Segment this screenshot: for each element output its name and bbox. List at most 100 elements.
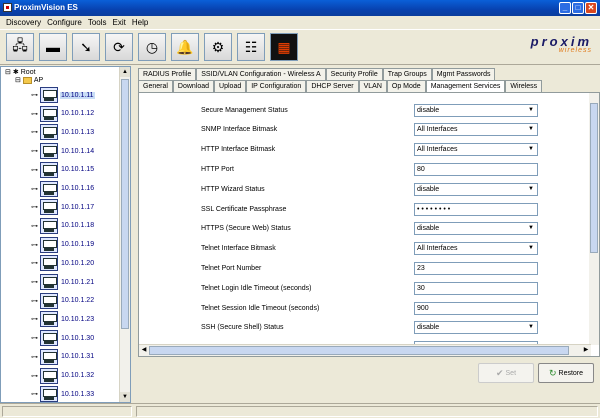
refresh-icon[interactable]: ⟳ [105,33,133,61]
snmp-interface-bitmask-select[interactable]: All Interfaces ▼ [414,123,538,137]
tab-op-mode[interactable]: Op Mode [386,80,426,92]
clock-icon[interactable]: ◷ [138,33,166,61]
scroll-thumb[interactable] [149,346,569,355]
tab-management-services[interactable]: Management Services [425,80,506,92]
tab-ssid-vlan[interactable]: SSID/VLAN Configuration - Wireless A [196,68,326,80]
tree-node[interactable]: ⊶ 10.10.1.33 [31,385,95,402]
tree-root[interactable]: ⊟ ✱ Root [5,68,36,77]
form-scrollbar[interactable] [589,93,599,345]
node-key-icon[interactable]: ⊶ [31,241,38,249]
minimize-button[interactable]: _ [559,2,571,14]
dropdown-arrow-icon[interactable]: ▼ [526,244,536,253]
tree-node[interactable]: ⊶ 10.10.1.20 [31,254,95,272]
tree-node[interactable]: ⊶ 10.10.1.19 [31,236,95,254]
menu-exit[interactable]: Exit [110,16,129,29]
report-icon[interactable]: ☷ [237,33,265,61]
scroll-left-icon[interactable]: ◀ [139,345,149,356]
tree-node[interactable]: ⊶ 10.10.1.32 [31,367,95,385]
ssl-certificate-passphrase-field[interactable]: • • • • • • • • [414,202,538,216]
tree-node[interactable]: ⊶ 10.10.1.13 [31,123,95,141]
set-button[interactable]: ✔ Set [478,363,534,383]
scroll-down-icon[interactable]: ▼ [120,392,130,402]
dropdown-arrow-icon[interactable]: ▼ [526,224,536,233]
network-icon[interactable]: ▬ [39,33,67,61]
dropdown-arrow-icon[interactable]: ▼ [526,145,536,154]
tab-ip-configuration[interactable]: IP Configuration [246,80,307,92]
node-key-icon[interactable]: ⊶ [31,203,38,211]
tree-node[interactable]: ⊶ 10.10.1.21 [31,273,95,291]
menu-configure[interactable]: Configure [44,16,85,29]
tab-general[interactable]: General [138,80,173,92]
horizontal-scrollbar[interactable]: ◀ ▶ [139,344,591,356]
tree-node[interactable]: ⊶ 10.10.1.16 [31,180,95,198]
settings-icon[interactable]: ⚙ [204,33,232,61]
dropdown-arrow-icon[interactable]: ▼ [526,125,536,134]
node-key-icon[interactable]: ⊶ [31,185,38,193]
telnet-port-number-field[interactable]: 23 [414,261,538,275]
expand-icon[interactable]: ⊟ [15,76,21,84]
tree-node[interactable]: ⊶ 10.10.1.17 [31,198,95,216]
tab-dhcp-server[interactable]: DHCP Server [306,80,359,92]
node-key-icon[interactable]: ⊶ [31,128,38,136]
expand-icon[interactable]: ⊟ [5,68,11,76]
http-wizard-status-select[interactable]: disable ▼ [414,182,538,196]
node-key-icon[interactable]: ⊶ [31,315,38,323]
alarm-bell-icon[interactable]: 🔔 [171,33,199,61]
tab-upload[interactable]: Upload [214,80,247,92]
secure-management-status-select[interactable]: disable ▼ [414,103,538,117]
tab-vlan[interactable]: VLAN [358,80,387,92]
tree-node[interactable]: ⊶ 10.10.1.23 [31,310,95,328]
https-secure-web-status-select[interactable]: disable ▼ [414,222,538,236]
http-interface-bitmask-select[interactable]: All Interfaces ▼ [414,143,538,157]
node-key-icon[interactable]: ⊶ [31,297,38,305]
node-key-icon[interactable]: ⊶ [31,278,38,286]
menu-help[interactable]: Help [129,16,151,29]
telnet-login-idle-timeout-seconds-field[interactable]: 30 [414,281,538,295]
tree-node[interactable]: ⊶ 10.10.1.15 [31,161,95,179]
node-key-icon[interactable]: ⊶ [31,91,38,99]
node-key-icon[interactable]: ⊶ [31,222,38,230]
node-key-icon[interactable]: ⊶ [31,334,38,342]
tab-mgmt-passwords[interactable]: Mgmt Passwords [431,68,496,80]
menu-tools[interactable]: Tools [85,16,110,29]
node-key-icon[interactable]: ⊶ [31,390,38,398]
tree-node[interactable]: ⊶ 10.10.1.30 [31,329,95,347]
scroll-up-icon[interactable]: ▲ [120,67,130,77]
node-key-icon[interactable]: ⊶ [31,166,38,174]
tab-wireless[interactable]: Wireless [505,80,543,92]
scroll-thumb[interactable] [590,103,598,253]
scroll-right-icon[interactable]: ▶ [581,345,591,356]
tree-node[interactable]: ⊶ 10.10.1.12 [31,105,95,123]
node-key-icon[interactable]: ⊶ [31,372,38,380]
http-port-field[interactable]: 80 [414,162,538,176]
tree-node[interactable]: ⊶ 10.10.1.11 [31,86,95,104]
devices-icon[interactable]: 🖧 [6,33,34,61]
telnet-interface-bitmask-select[interactable]: All Interfaces ▼ [414,242,538,256]
dropdown-arrow-icon[interactable]: ▼ [526,323,536,332]
tab-trap-groups[interactable]: Trap Groups [382,68,432,80]
restore-button[interactable]: ↻ Restore [538,363,594,383]
tree-node[interactable]: ⊶ 10.10.1.22 [31,292,95,310]
arrow-icon[interactable]: ➘ [72,33,100,61]
node-key-icon[interactable]: ⊶ [31,353,38,361]
tree-node[interactable]: ⊶ 10.10.1.18 [31,217,95,235]
tab-security-profile[interactable]: Security Profile [325,68,383,80]
dropdown-arrow-icon[interactable]: ▼ [526,185,536,194]
tree-node[interactable]: ⊶ 10.10.1.14 [31,142,95,160]
dropdown-arrow-icon[interactable]: ▼ [526,106,536,115]
scroll-thumb[interactable] [121,79,129,329]
tree-scrollbar[interactable]: ▲ ▼ [119,67,130,402]
tree-node[interactable]: ⊶ 10.10.1.31 [31,348,95,366]
tab-download[interactable]: Download [172,80,215,92]
node-key-icon[interactable]: ⊶ [31,147,38,155]
menu-discovery[interactable]: Discovery [3,16,44,29]
tree-ap-folder[interactable]: ⊟ AP [15,76,43,84]
ssh-secure-shell-status-select[interactable]: disable ▼ [414,321,538,335]
tab-radius-profile[interactable]: RADIUS Profile [138,68,197,80]
node-key-icon[interactable]: ⊶ [31,259,38,267]
close-button[interactable]: ✕ [585,2,597,14]
monitor-icon[interactable]: ▦ [270,33,298,61]
node-key-icon[interactable]: ⊶ [31,110,38,118]
maximize-button[interactable]: □ [572,2,584,14]
telnet-session-idle-timeout-seconds-field[interactable]: 900 [414,301,538,315]
